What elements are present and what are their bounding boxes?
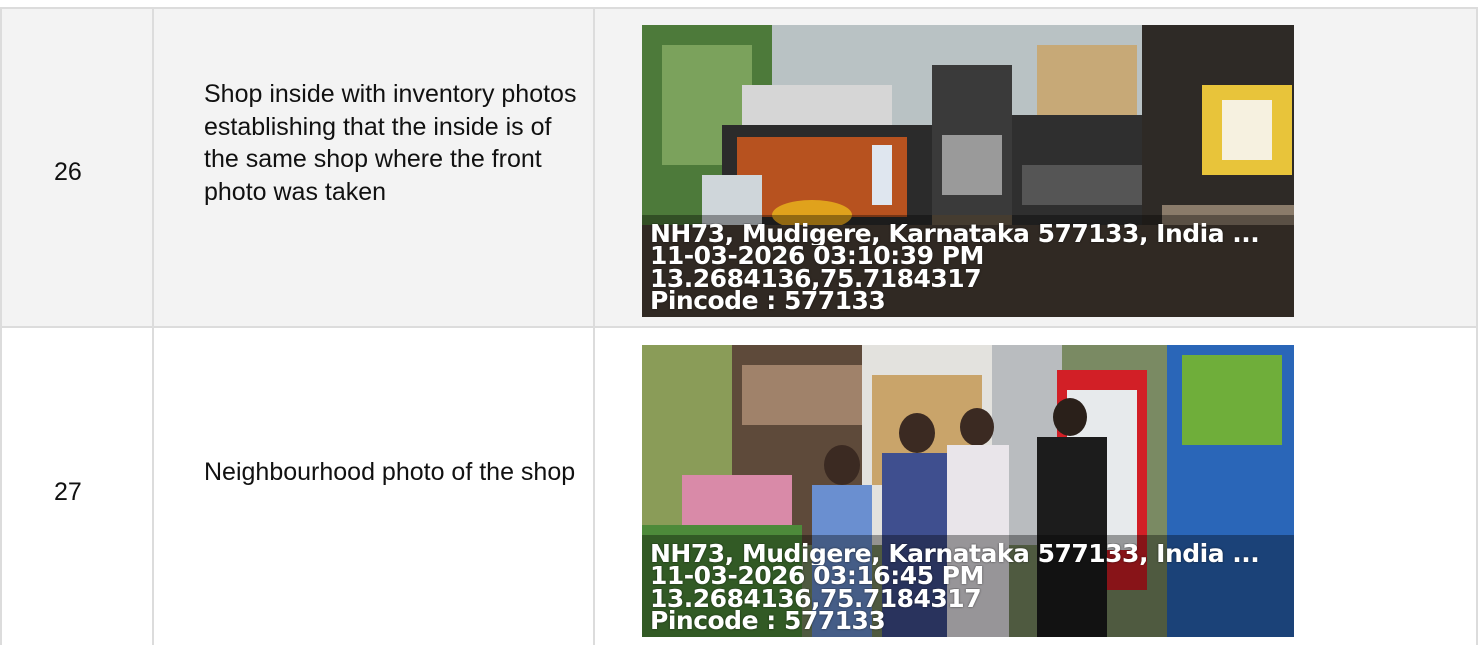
table-right-border [1476,7,1478,645]
row-number: 27 [54,478,82,506]
row-number: 26 [54,158,82,186]
row-divider [0,326,1478,328]
stamp-address: NH73, Mudigere, Karnataka 577133, India … [650,543,1260,565]
stamp-pincode: Pincode : 577133 [650,610,886,632]
stamp-coordinates: 13.2684136,75.7184317 [650,588,982,610]
stamp-coordinates: 13.2684136,75.7184317 [650,268,982,290]
column-divider-1 [152,7,154,645]
neighbourhood-photo: NH73, Mudigere, Karnataka 577133, India … [642,345,1294,637]
row-description: Shop inside with inventory photos establ… [204,80,577,206]
table-left-border [0,7,2,645]
table: 26 Shop inside with inventory photos est… [0,0,1482,645]
shop-inside-photo: NH73, Mudigere, Karnataka 577133, India … [642,25,1294,317]
table-top-border [0,7,1478,9]
stamp-datetime: 11-03-2026 03:16:45 PM [650,565,984,587]
stamp-datetime: 11-03-2026 03:10:39 PM [650,245,984,267]
column-divider-2 [593,7,595,645]
row-description: Neighbourhood photo of the shop [204,458,576,486]
stamp-address: NH73, Mudigere, Karnataka 577133, India … [650,223,1260,245]
stamp-pincode: Pincode : 577133 [650,290,886,312]
